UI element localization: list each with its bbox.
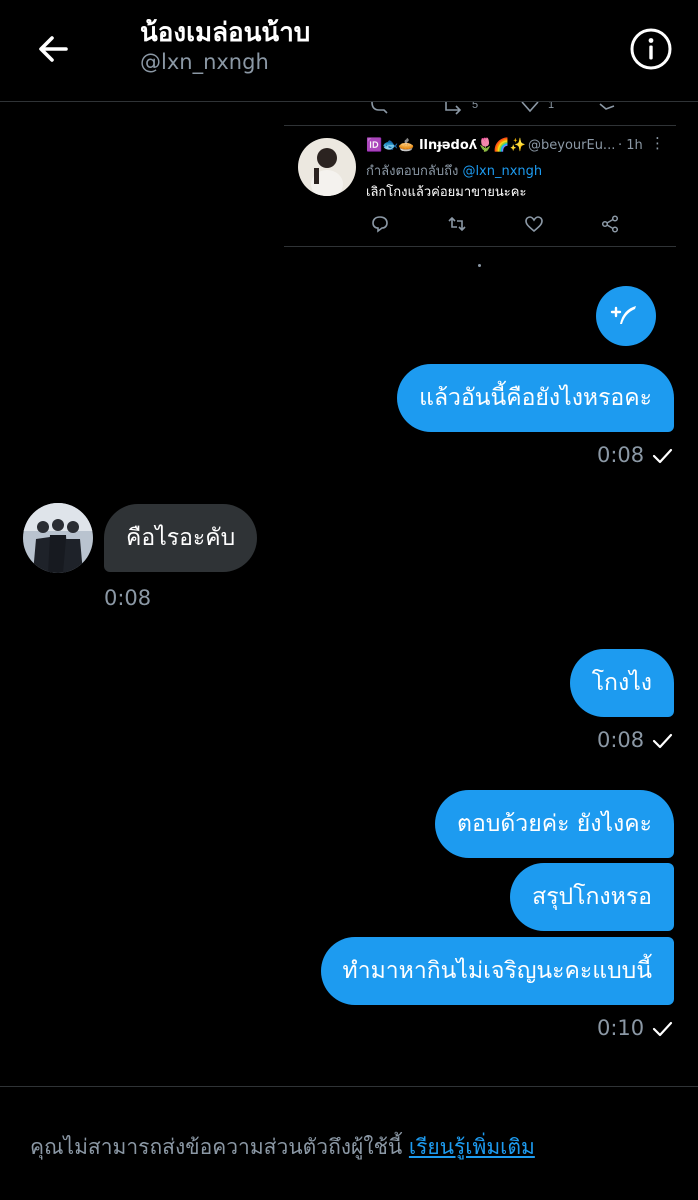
dm-disabled-footer: คุณไม่สามารถส่งข้อความส่วนตัวถึงผู้ใช้นี…	[0, 1086, 698, 1200]
message-text: สรุปโกงหรอ	[532, 884, 652, 910]
compose-tweet-button[interactable]	[596, 286, 656, 346]
tweet-reply-context: กำลังตอบกลับถึง @lxn_nxngh	[366, 160, 542, 181]
notice-text: คุณไม่สามารถส่งข้อความส่วนตัวถึงผู้ใช้นี…	[30, 1135, 403, 1159]
reply-prefix: กำลังตอบกลับถึง	[366, 164, 459, 179]
message-bubble-outgoing[interactable]: ทำมาหากินไม่เจริญนะคะแบบนี้	[320, 937, 674, 1005]
tweet-handle: @beyourEu...	[528, 138, 616, 153]
message-bubble-outgoing[interactable]: ตอบด้วยค่ะ ยังไงคะ	[435, 790, 674, 858]
message-time: 0:08	[597, 443, 645, 467]
dm-disabled-notice: คุณไม่สามารถส่งข้อความส่วนตัวถึงผู้ใช้นี…	[30, 1131, 535, 1164]
conversation-handle: @lxn_nxngh	[140, 50, 269, 74]
previous-tweet-actions: 5 1	[284, 101, 676, 115]
message-bubble-outgoing[interactable]: โกงไง	[569, 649, 674, 717]
info-button[interactable]	[628, 26, 674, 72]
message-text: ทำมาหากินไม่เจริญนะคะแบบนี้	[342, 958, 652, 984]
info-icon	[630, 28, 672, 70]
reply-icon[interactable]	[370, 214, 390, 234]
share-icon[interactable]	[600, 214, 620, 234]
learn-more-link[interactable]: เรียนรู้เพิ่มเติม	[409, 1135, 535, 1159]
separator-dot	[478, 264, 481, 267]
shared-tweet-area: 5 1 🆔🐟🥧 llnɟədoʎ🌷🌈✨ @beyourEu... · 1h ⋮	[284, 101, 676, 247]
reply-mention[interactable]: @lxn_nxngh	[462, 164, 542, 179]
conversation-title: น้องเมล่อนน้าบ	[140, 18, 311, 48]
sender-avatar[interactable]	[23, 503, 93, 573]
message-bubble-incoming[interactable]: คือไรอะคับ	[104, 504, 258, 572]
like-icon[interactable]	[524, 214, 544, 234]
tweet-time: · 1h	[618, 138, 643, 153]
message-text: คือไรอะคับ	[126, 525, 236, 551]
back-arrow-icon	[39, 36, 68, 62]
sent-check-icon	[652, 448, 673, 464]
dm-conversation-screen: น้องเมล่อนน้าบ @lxn_nxngh 5 1 🆔🐟🥧 llnɟəd…	[0, 0, 698, 1200]
sent-check-icon	[652, 1021, 673, 1037]
message-bubble-outgoing[interactable]: แล้วอันนี้คือยังไงหรอคะ	[397, 364, 674, 432]
svg-text:5: 5	[472, 102, 478, 111]
tweet-actions	[364, 214, 624, 236]
message-bubble-outgoing[interactable]: สรุปโกงหรอ	[510, 863, 674, 931]
message-text: แล้วอันนี้คือยังไงหรอคะ	[419, 385, 652, 411]
sent-check-icon	[652, 733, 673, 749]
message-time: 0:08	[104, 586, 152, 610]
back-button[interactable]	[30, 25, 78, 73]
retweet-icon[interactable]	[447, 214, 467, 234]
compose-icon	[610, 306, 636, 324]
message-time: 0:10	[597, 1016, 645, 1040]
embedded-tweet[interactable]: 🆔🐟🥧 llnɟədoʎ🌷🌈✨ @beyourEu... · 1h ⋮ กำลั…	[284, 125, 676, 247]
tweet-avatar[interactable]	[298, 138, 356, 196]
svg-text:1: 1	[548, 102, 554, 111]
tweet-display-name: 🆔🐟🥧 llnɟədoʎ🌷🌈✨	[366, 138, 526, 153]
message-text: โกงไง	[591, 670, 652, 696]
message-time: 0:08	[597, 728, 645, 752]
tweet-more-icon[interactable]: ⋮	[650, 134, 665, 152]
tweet-text: เลิกโกงแล้วค่อยมาขายนะคะ	[366, 185, 527, 200]
conversation-header: น้องเมล่อนน้าบ @lxn_nxngh	[0, 0, 698, 102]
message-text: ตอบด้วยค่ะ ยังไงคะ	[457, 811, 652, 837]
